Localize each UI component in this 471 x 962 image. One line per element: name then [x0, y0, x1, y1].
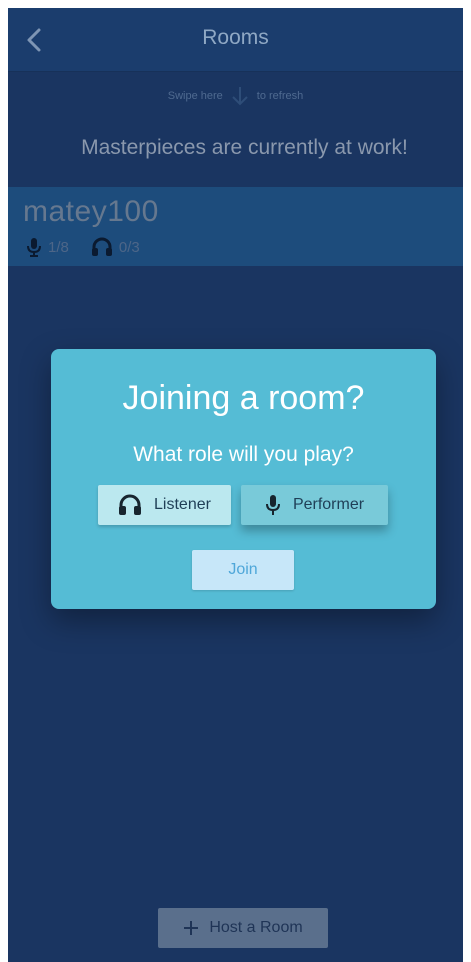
listener-role-button[interactable]: Listener [98, 485, 231, 525]
swipe-hint-text-after: to refresh [256, 90, 304, 102]
rooms-screen: Rooms Swipe here to refresh Masterpieces… [8, 8, 463, 962]
headphones-icon [91, 237, 112, 256]
arrow-down-icon [232, 87, 248, 106]
page-title: Rooms [202, 26, 269, 49]
performer-role-button[interactable]: Performer [241, 485, 388, 525]
listener-count-text: 0/3 [118, 238, 140, 256]
join-room-dialog: Joining a room? What role will you play?… [51, 349, 436, 609]
host-room-label: Host a Room [209, 919, 303, 936]
swipe-to-refresh-hint[interactable]: Swipe here to refresh [8, 84, 463, 108]
rooms-headline: Masterpieces are currently at work! [81, 136, 408, 159]
microphone-icon [265, 495, 280, 515]
performer-label: Performer [292, 496, 365, 513]
room-list-item[interactable]: matey100 1/8 0/3 [8, 187, 463, 266]
join-button[interactable]: Join [192, 550, 294, 590]
listener-label: Listener [154, 496, 211, 513]
listener-count: 0/3 [91, 237, 140, 257]
navigation-bar: Rooms [8, 8, 463, 72]
microphone-icon [27, 238, 41, 257]
host-room-button[interactable]: Host a Room [158, 908, 328, 948]
room-stats: 1/8 0/3 [26, 237, 162, 257]
room-name: matey100 [23, 195, 159, 228]
headphones-icon [119, 494, 142, 515]
performer-count: 1/8 [26, 237, 69, 257]
swipe-hint-text: Swipe here [167, 90, 223, 102]
performer-count-text: 1/8 [48, 238, 69, 256]
plus-icon [184, 921, 199, 935]
dialog-question: What role will you play? [133, 443, 354, 466]
dialog-title: Joining a room? [122, 379, 365, 417]
